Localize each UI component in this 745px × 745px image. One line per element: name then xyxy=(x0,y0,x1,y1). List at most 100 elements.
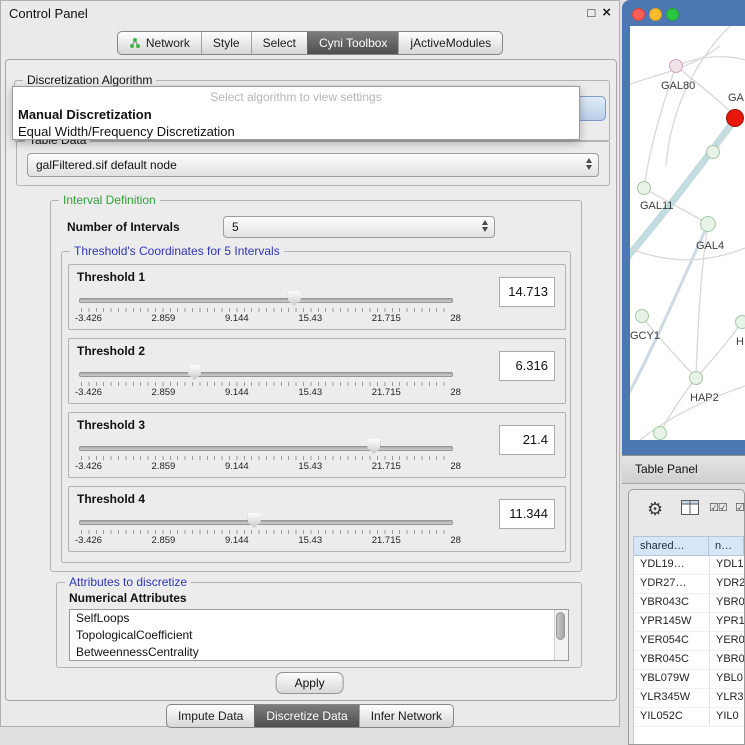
threshold-value[interactable]: 21.4 xyxy=(499,425,555,455)
cell-shared-name[interactable]: YLR345W xyxy=(634,689,710,707)
node-label: GAL80 xyxy=(661,80,695,92)
network-node[interactable] xyxy=(635,309,649,323)
tab-select[interactable]: Select xyxy=(251,32,307,54)
columns-icon[interactable] xyxy=(681,500,699,520)
table-row[interactable]: YDR27…YDR2 xyxy=(634,575,744,594)
cell-shared-name[interactable]: YPR145W xyxy=(634,613,710,631)
number-of-intervals-combo[interactable]: 5 xyxy=(223,216,495,238)
table-row[interactable]: YBR043CYBR0 xyxy=(634,594,744,613)
node-label: GCY1 xyxy=(630,330,660,342)
threshold-value[interactable]: 14.713 xyxy=(499,277,555,307)
chevron-up-icon xyxy=(586,158,592,163)
table-row[interactable]: YDL19…YDL1 xyxy=(634,556,744,575)
group-title: Discretization Algorithm xyxy=(23,73,156,87)
cyni-toolbox-panel: Discretization Algorithm Select algorith… xyxy=(5,59,617,701)
list-item[interactable]: BetweennessCentrality xyxy=(70,644,568,661)
slider-thumb[interactable] xyxy=(367,439,380,454)
algorithm-combo-fragment[interactable] xyxy=(576,96,606,121)
network-node[interactable] xyxy=(735,315,745,329)
gear-icon[interactable]: ⚙ xyxy=(647,498,663,520)
tab-cyni-toolbox[interactable]: Cyni Toolbox xyxy=(307,32,398,54)
table-row[interactable]: YBR045CYBR0 xyxy=(634,651,744,670)
minimize-traffic-light-icon[interactable] xyxy=(649,8,662,21)
threshold-slider[interactable]: -3.4262.8599.14415.4321.71528 xyxy=(79,439,453,473)
slider-thumb[interactable] xyxy=(248,513,261,528)
cell-shared-name[interactable]: YER054C xyxy=(634,632,710,650)
slider-track[interactable] xyxy=(79,446,453,451)
list-item[interactable]: SelfLoops xyxy=(70,610,568,627)
tab-network[interactable]: Network xyxy=(118,32,201,54)
cell-shared-name[interactable]: YBR045C xyxy=(634,651,710,669)
cell-name[interactable]: YBL0 xyxy=(710,670,744,688)
threshold-slider[interactable]: -3.4262.8599.14415.4321.71528 xyxy=(79,365,453,399)
chevron-up-icon xyxy=(482,220,488,225)
threshold-value[interactable]: 11.344 xyxy=(499,499,555,529)
cell-name[interactable]: YLR3 xyxy=(710,689,744,707)
table-row[interactable]: YBL079WYBL0 xyxy=(634,670,744,689)
slider-track[interactable] xyxy=(79,298,453,303)
tab-jactivemodules[interactable]: jActiveModules xyxy=(398,32,502,54)
table-row[interactable]: YER054CYER0 xyxy=(634,632,744,651)
column-header-shared-name[interactable]: shared… xyxy=(633,536,709,556)
table-row[interactable]: YIL052CYIL0 xyxy=(634,708,744,727)
column-header-name[interactable]: n… xyxy=(709,536,744,556)
tab-discretize-data[interactable]: Discretize Data xyxy=(254,705,358,727)
cell-name[interactable]: YER0 xyxy=(710,632,744,650)
dropdown-option-equal-width[interactable]: Equal Width/Frequency Discretization xyxy=(13,123,579,140)
cell-shared-name[interactable]: YBR043C xyxy=(634,594,710,612)
slider-thumb[interactable] xyxy=(288,291,301,306)
window-controls xyxy=(632,8,679,21)
slider-track[interactable] xyxy=(79,372,453,377)
cell-shared-name[interactable]: YBL079W xyxy=(634,670,710,688)
intervals-combo-value: 5 xyxy=(232,217,472,237)
table-data-combo[interactable]: galFiltered.sif default node xyxy=(27,153,599,177)
tab-impute-data[interactable]: Impute Data xyxy=(167,705,254,727)
threshold-label: Threshold 2 xyxy=(77,344,145,358)
checkbox-pair-icon[interactable]: ☑☑ xyxy=(735,501,745,514)
network-node[interactable] xyxy=(637,181,651,195)
screen: Control Panel □ × Network Sty xyxy=(0,0,745,745)
numerical-attributes-list[interactable]: SelfLoopsTopologicalCoefficientBetweenne… xyxy=(69,609,569,661)
cell-name[interactable]: YDR2 xyxy=(710,575,744,593)
scale-label: 28 xyxy=(450,387,461,398)
cell-name[interactable]: YPR1 xyxy=(710,613,744,631)
scale-label: 28 xyxy=(450,535,461,546)
list-item[interactable]: TopologicalCoefficient xyxy=(70,627,568,644)
network-node[interactable] xyxy=(669,59,683,73)
zoom-traffic-light-icon[interactable] xyxy=(666,8,679,21)
table-row[interactable]: YLR345WYLR3 xyxy=(634,689,744,708)
tab-infer-network[interactable]: Infer Network xyxy=(359,705,453,727)
slider-track[interactable] xyxy=(79,520,453,525)
tab-style[interactable]: Style xyxy=(201,32,251,54)
threshold-slider[interactable]: -3.4262.8599.14415.4321.71528 xyxy=(79,291,453,325)
dropdown-option-manual-discretization[interactable]: Manual Discretization xyxy=(13,106,579,123)
threshold-value[interactable]: 6.316 xyxy=(499,351,555,381)
cell-shared-name[interactable]: YDL19… xyxy=(634,556,710,574)
float-window-icon[interactable]: □ xyxy=(587,4,595,22)
scale-label: 21.715 xyxy=(372,313,401,324)
network-node[interactable] xyxy=(689,371,703,385)
cell-name[interactable]: YDL1 xyxy=(710,556,744,574)
network-node[interactable] xyxy=(653,426,667,440)
slider-scale: -3.4262.8599.14415.4321.71528 xyxy=(75,387,461,398)
list-scrollbar[interactable] xyxy=(554,610,568,660)
close-traffic-light-icon[interactable] xyxy=(632,8,645,21)
scrollbar-thumb[interactable] xyxy=(556,612,565,640)
cell-name[interactable]: YBR0 xyxy=(710,594,744,612)
apply-button[interactable]: Apply xyxy=(276,672,344,694)
slider-thumb[interactable] xyxy=(188,365,201,380)
scale-label: 28 xyxy=(450,313,461,324)
threshold-slider[interactable]: -3.4262.8599.14415.4321.71528 xyxy=(79,513,453,547)
cell-name[interactable]: YIL0 xyxy=(710,708,744,726)
network-node[interactable] xyxy=(706,145,720,159)
cell-shared-name[interactable]: YDR27… xyxy=(634,575,710,593)
network-node[interactable] xyxy=(700,216,716,232)
close-icon[interactable]: × xyxy=(602,4,611,22)
checkbox-pair-icon[interactable]: ☑☑ xyxy=(709,501,727,514)
table-row[interactable]: YPR145WYPR1 xyxy=(634,613,744,632)
cell-name[interactable]: YBR0 xyxy=(710,651,744,669)
network-node[interactable] xyxy=(726,109,744,127)
scale-label: 2.859 xyxy=(152,313,176,324)
network-canvas[interactable]: GAL80GAGAL11GAL4GCY1HHAP2 xyxy=(630,26,745,440)
cell-shared-name[interactable]: YIL052C xyxy=(634,708,710,726)
